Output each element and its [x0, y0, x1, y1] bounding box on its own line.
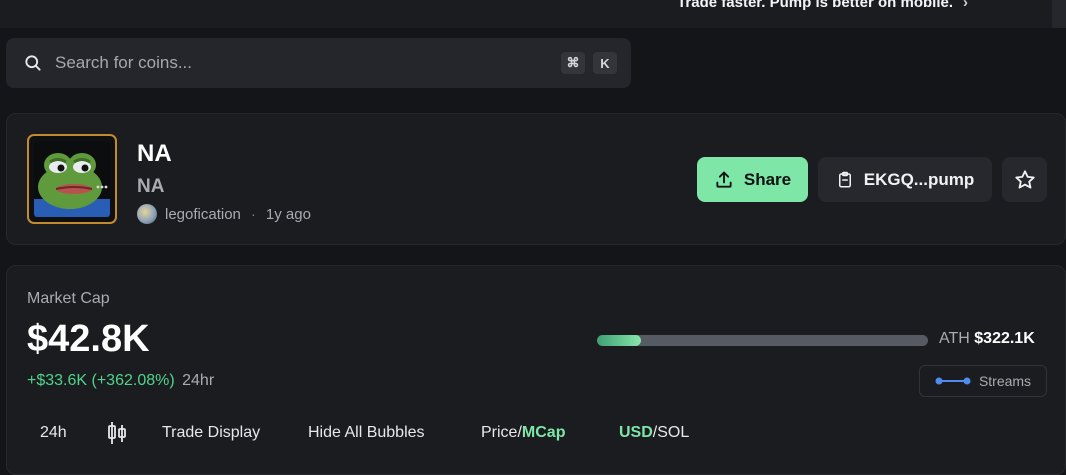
trade-display-button[interactable]: Trade Display	[162, 424, 308, 442]
command-key-hint: ⌘	[561, 52, 585, 74]
promo-banner[interactable]: Trade faster. Pump is better on mobile. …	[0, 0, 1066, 28]
contract-address: EKGQ...pump	[863, 169, 975, 189]
market-cap-card: Market Cap $42.8K +$33.6K (+362.08%) 24h…	[6, 265, 1066, 475]
sol-option: SOL	[657, 424, 690, 441]
creator-name[interactable]: legofication	[165, 206, 241, 223]
streams-line-icon	[935, 377, 971, 385]
ath-value: $322.1K	[974, 330, 1035, 347]
price-mcap-toggle[interactable]: Price / MCap	[481, 424, 619, 442]
token-name: NA	[137, 140, 172, 167]
share-button[interactable]: Share	[697, 157, 808, 202]
token-image[interactable]	[27, 134, 117, 224]
candlestick-icon	[108, 422, 126, 444]
frog-image-icon	[34, 141, 110, 217]
token-age: 1y ago	[265, 205, 311, 223]
creator-info: legofication · 1y ago	[137, 204, 311, 224]
change-value: +$33.6K (+362.08%)	[27, 372, 175, 389]
mcap-option: MCap	[521, 424, 566, 441]
ath-progress-fill	[597, 335, 642, 346]
streams-label: Streams	[978, 373, 1032, 389]
token-header-card: NA NA legofication · 1y ago Share EKGQ..…	[6, 113, 1066, 245]
chart-toolbar: 24h Trade Display Hide All Bubbles Price…	[27, 418, 689, 448]
chevron-right-icon: ›	[963, 0, 968, 11]
separator: ·	[250, 205, 256, 223]
candlestick-toggle[interactable]	[106, 421, 162, 445]
ath-info: ATH $322.1K	[939, 330, 1035, 348]
promo-link[interactable]: Trade faster. Pump is better on mobile. …	[677, 0, 968, 11]
ath-label: ATH	[939, 330, 970, 347]
favorite-button[interactable]	[1002, 157, 1047, 202]
token-symbol: NA	[137, 176, 165, 197]
search-bar[interactable]: ⌘ K	[6, 38, 631, 88]
ath-progress-bar	[597, 335, 928, 346]
banner-corner	[1052, 0, 1066, 28]
timeframe-label: 24h	[40, 424, 67, 441]
share-upload-icon	[716, 171, 732, 188]
share-label: Share	[743, 169, 792, 189]
change-period: 24hr	[182, 372, 215, 389]
hide-bubbles-button[interactable]: Hide All Bubbles	[308, 424, 481, 442]
search-icon	[25, 55, 41, 71]
usd-option: USD	[619, 424, 653, 441]
market-cap-value: $42.8K	[27, 318, 150, 360]
clipboard-icon	[838, 171, 851, 187]
star-icon	[1014, 169, 1035, 189]
k-key-hint: K	[593, 52, 617, 74]
currency-toggle[interactable]: USD / SOL	[619, 424, 689, 442]
market-cap-change: +$33.6K (+362.08%) 24hr	[27, 372, 214, 390]
timeframe-selector[interactable]: 24h	[27, 424, 106, 442]
search-input[interactable]	[55, 53, 553, 73]
market-cap-label: Market Cap	[27, 290, 110, 307]
streams-button[interactable]: Streams	[919, 365, 1047, 397]
promo-text: Trade faster. Pump is better on mobile.	[677, 0, 953, 11]
price-option: Price	[481, 424, 518, 441]
creator-avatar[interactable]	[137, 204, 157, 224]
copy-contract-button[interactable]: EKGQ...pump	[818, 157, 992, 202]
